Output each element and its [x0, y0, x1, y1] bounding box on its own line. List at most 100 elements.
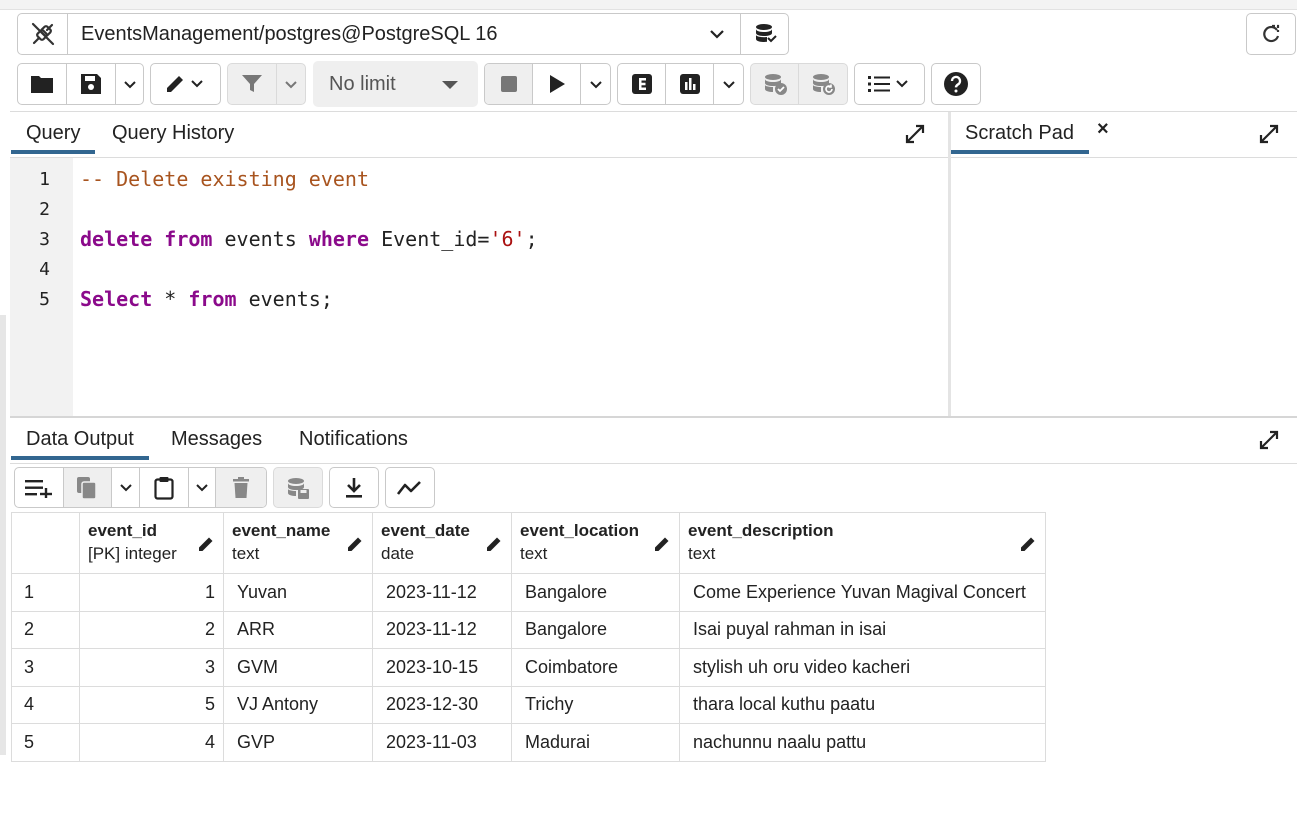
- pencil-icon: [166, 76, 203, 92]
- expand-icon[interactable]: [1258, 429, 1280, 451]
- column-header-event-date[interactable]: event_date date: [372, 512, 512, 574]
- table-cell[interactable]: nachunnu naalu pattu: [679, 723, 1046, 762]
- refresh-button[interactable]: [1246, 13, 1296, 55]
- table-row[interactable]: 2 2 ARR 2023-11-12 Bangalore Isai puyal rahma…: [11, 610, 1046, 649]
- tab-query[interactable]: Query: [10, 122, 97, 154]
- open-file-button[interactable]: [18, 64, 67, 104]
- row-number[interactable]: 4: [11, 685, 80, 724]
- row-number[interactable]: 1: [11, 573, 80, 612]
- pencil-icon[interactable]: [1020, 536, 1036, 552]
- code-line[interactable]: -- Delete existing event: [80, 167, 369, 191]
- row-number[interactable]: 3: [11, 648, 80, 687]
- pencil-icon[interactable]: [347, 536, 363, 552]
- table-cell[interactable]: Come Experience Yuvan Magival Concert: [679, 573, 1046, 612]
- table-cell[interactable]: Isai puyal rahman in isai: [679, 610, 1046, 649]
- table-cell[interactable]: stylish uh oru video kacheri: [679, 648, 1046, 687]
- table-cell[interactable]: 2023-11-12: [372, 610, 512, 649]
- download-button[interactable]: [330, 468, 378, 507]
- table-row[interactable]: 5 4 GVP 2023-11-03 Madurai nachunnu naalu pat…: [11, 723, 1046, 762]
- panel-divider[interactable]: [10, 416, 1297, 418]
- table-cell[interactable]: GVM: [223, 648, 373, 687]
- execute-options-button[interactable]: [581, 64, 610, 104]
- cell-event-id[interactable]: 2: [79, 610, 224, 649]
- commit-button[interactable]: [751, 64, 800, 104]
- table-cell[interactable]: Bangalore: [511, 573, 680, 612]
- chevron-down-icon[interactable]: [694, 14, 740, 54]
- tab-scratch-pad[interactable]: Scratch Pad: [950, 122, 1089, 154]
- save-data-button[interactable]: [274, 468, 322, 507]
- connection-bar[interactable]: EventsManagement/postgres@PostgreSQL 16: [17, 13, 789, 55]
- save-options-button[interactable]: [116, 64, 143, 104]
- table-cell[interactable]: Yuvan: [223, 573, 373, 612]
- column-header-event-id[interactable]: event_id [PK] integer: [79, 512, 224, 574]
- row-limit-select[interactable]: No limit: [313, 61, 478, 107]
- expand-icon[interactable]: [904, 123, 926, 145]
- tab-data-output[interactable]: Data Output: [11, 428, 149, 460]
- execute-button[interactable]: [533, 64, 582, 104]
- table-cell[interactable]: ARR: [223, 610, 373, 649]
- help-button[interactable]: [932, 64, 980, 104]
- cell-event-id[interactable]: 5: [79, 685, 224, 724]
- column-header-event-location[interactable]: event_location text: [511, 512, 680, 574]
- macros-button[interactable]: [855, 64, 924, 104]
- explain-icon: [631, 74, 652, 94]
- table-cell[interactable]: thara local kuthu paatu: [679, 685, 1046, 724]
- table-cell[interactable]: VJ Antony: [223, 685, 373, 724]
- table-cell[interactable]: Madurai: [511, 723, 680, 762]
- paste-button[interactable]: [140, 468, 189, 507]
- row-number[interactable]: 5: [11, 723, 80, 762]
- table-cell[interactable]: 2023-10-15: [372, 648, 512, 687]
- table-row[interactable]: 4 5 VJ Antony 2023-12-30 Trichy thara local k…: [11, 685, 1046, 724]
- tab-query-history[interactable]: Query History: [112, 122, 234, 145]
- tab-notifications[interactable]: Notifications: [299, 428, 408, 451]
- column-header-event-name[interactable]: event_name text: [223, 512, 373, 574]
- filter-button[interactable]: [228, 64, 277, 104]
- explain-analyze-button[interactable]: [666, 64, 715, 104]
- table-cell[interactable]: GVP: [223, 723, 373, 762]
- file-toolbar-group: [17, 63, 144, 105]
- table-cell[interactable]: 2023-11-12: [372, 573, 512, 612]
- connection-label[interactable]: EventsManagement/postgres@PostgreSQL 16: [68, 14, 694, 54]
- column-header-event-description[interactable]: event_description text: [679, 512, 1046, 574]
- table-cell[interactable]: 2023-12-30: [372, 685, 512, 724]
- table-cell[interactable]: Trichy: [511, 685, 680, 724]
- explain-button[interactable]: [618, 64, 667, 104]
- macros-toolbar-group[interactable]: [854, 63, 925, 105]
- pencil-icon[interactable]: [486, 536, 502, 552]
- close-scratch-pad-icon[interactable]: ×: [1097, 118, 1109, 141]
- table-row[interactable]: 1 1 Yuvan 2023-11-12 Bangalore Come Experienc…: [11, 573, 1046, 612]
- table-row[interactable]: 3 3 GVM 2023-10-15 Coimbatore stylish uh oru …: [11, 648, 1046, 687]
- rollback-button[interactable]: [799, 64, 847, 104]
- cell-event-id[interactable]: 1: [79, 573, 224, 612]
- tab-messages[interactable]: Messages: [171, 428, 262, 451]
- row-number-header[interactable]: [11, 512, 80, 574]
- table-cell[interactable]: Coimbatore: [511, 648, 680, 687]
- explain-options-button[interactable]: [714, 64, 743, 104]
- delete-row-button[interactable]: [216, 468, 266, 507]
- paste-options-button[interactable]: [189, 468, 217, 507]
- copy-options-button[interactable]: [112, 468, 140, 507]
- cell-event-id[interactable]: 4: [79, 723, 224, 762]
- help-toolbar-group[interactable]: [931, 63, 981, 105]
- database-icon[interactable]: [740, 14, 788, 54]
- edit-button[interactable]: [151, 64, 220, 104]
- panel-splitter[interactable]: [948, 112, 951, 416]
- graph-visualiser-button[interactable]: [386, 468, 434, 507]
- connection-status-icon[interactable]: [18, 14, 68, 54]
- code-line[interactable]: Select * from events;: [80, 287, 333, 311]
- edit-toolbar-group[interactable]: [150, 63, 221, 105]
- save-file-button[interactable]: [67, 64, 116, 104]
- copy-button[interactable]: [63, 468, 113, 507]
- pencil-icon[interactable]: [198, 536, 214, 552]
- row-number[interactable]: 2: [11, 610, 80, 649]
- expand-icon[interactable]: [1258, 123, 1280, 145]
- filter-options-button[interactable]: [277, 64, 305, 104]
- stop-button[interactable]: [485, 64, 534, 104]
- pencil-icon[interactable]: [654, 536, 670, 552]
- cell-event-id[interactable]: 3: [79, 648, 224, 687]
- filter-toolbar-group: [227, 63, 306, 105]
- add-row-button[interactable]: [15, 468, 64, 507]
- code-line[interactable]: delete from events where Event_id='6';: [80, 227, 538, 251]
- table-cell[interactable]: 2023-11-03: [372, 723, 512, 762]
- table-cell[interactable]: Bangalore: [511, 610, 680, 649]
